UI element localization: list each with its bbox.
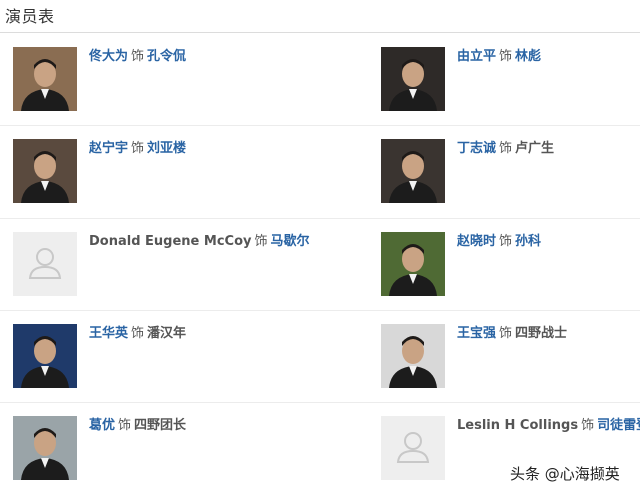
- actor-photo[interactable]: [13, 47, 77, 111]
- actor-photo[interactable]: [381, 324, 445, 388]
- as-label: 饰: [131, 49, 145, 64]
- row-divider: [0, 125, 640, 126]
- as-label: 饰: [499, 49, 513, 64]
- actor-photo[interactable]: [13, 416, 77, 480]
- row-divider: [0, 310, 640, 311]
- actor-name-link: Leslin H Collings: [457, 418, 579, 433]
- cast-credit: 赵晓时饰孙科: [457, 234, 640, 250]
- role-name[interactable]: 林彪: [515, 49, 541, 64]
- role-name[interactable]: 刘亚楼: [147, 141, 186, 156]
- cast-credit: 丁志诚饰卢广生: [457, 141, 640, 157]
- actor-name-link[interactable]: 佟大为: [89, 49, 128, 64]
- actor-name-link[interactable]: 赵晓时: [457, 234, 496, 249]
- actor-photo[interactable]: [381, 139, 445, 203]
- as-label: 饰: [254, 234, 268, 249]
- cast-entry: 赵宁宇饰刘亚楼: [13, 139, 313, 209]
- actor-photo[interactable]: [381, 232, 445, 296]
- cast-entry: 丁志诚饰卢广生: [381, 139, 640, 209]
- actor-name-link[interactable]: 丁志诚: [457, 141, 496, 156]
- as-label: 饰: [131, 141, 145, 156]
- placeholder-avatar-icon: [13, 232, 77, 296]
- cast-entry: 赵晓时饰孙科: [381, 232, 640, 302]
- actor-name-link[interactable]: 由立平: [457, 49, 496, 64]
- cast-credit: 赵宁宇饰刘亚楼: [89, 141, 329, 157]
- as-label: 饰: [118, 418, 132, 433]
- cast-entry: 佟大为饰孔令侃: [13, 47, 313, 117]
- actor-photo[interactable]: [13, 324, 77, 388]
- cast-credit: Leslin H Collings饰司徒雷登: [457, 418, 640, 434]
- as-label: 饰: [499, 141, 513, 156]
- title-divider: [0, 32, 640, 33]
- actor-name-link[interactable]: 王宝强: [457, 326, 496, 341]
- placeholder-avatar-icon: [381, 416, 445, 480]
- role-name: 卢广生: [515, 141, 555, 156]
- actor-name-link[interactable]: 王华英: [89, 326, 128, 341]
- cast-credit: 王宝强饰四野战士: [457, 326, 640, 342]
- actor-name-link[interactable]: 葛优: [89, 418, 115, 433]
- as-label: 饰: [499, 326, 513, 341]
- actor-photo[interactable]: [381, 47, 445, 111]
- actor-name-link[interactable]: 赵宁宇: [89, 141, 128, 156]
- cast-section-title: 演员表: [5, 7, 55, 26]
- cast-entry: 由立平饰林彪: [381, 47, 640, 117]
- role-name: 潘汉年: [147, 326, 187, 341]
- cast-entry: 葛优饰四野团长: [13, 416, 313, 486]
- role-name[interactable]: 司徒雷登: [597, 418, 640, 433]
- row-divider: [0, 402, 640, 403]
- cast-credit: Donald Eugene McCoy 饰马歇尔: [89, 234, 329, 250]
- cast-credit: 佟大为饰孔令侃: [89, 49, 329, 65]
- row-divider: [0, 218, 640, 219]
- as-label: 饰: [581, 418, 595, 433]
- cast-credit: 由立平饰林彪: [457, 49, 640, 65]
- cast-entry: Donald Eugene McCoy 饰马歇尔: [13, 232, 313, 302]
- role-name: 四野团长: [134, 418, 187, 433]
- actor-name-link: Donald Eugene McCoy: [89, 234, 252, 249]
- cast-credit: 王华英饰潘汉年: [89, 326, 329, 342]
- role-name: 四野战士: [515, 326, 568, 341]
- as-label: 饰: [131, 326, 145, 341]
- cast-credit: 葛优饰四野团长: [89, 418, 329, 434]
- role-name[interactable]: 孙科: [515, 234, 541, 249]
- role-name[interactable]: 马歇尔: [271, 234, 310, 249]
- actor-photo[interactable]: [13, 139, 77, 203]
- watermark: 头条 @心海撷英: [510, 465, 620, 483]
- cast-entry: 王宝强饰四野战士: [381, 324, 640, 394]
- as-label: 饰: [499, 234, 513, 249]
- cast-entry: 王华英饰潘汉年: [13, 324, 313, 394]
- role-name[interactable]: 孔令侃: [147, 49, 186, 64]
